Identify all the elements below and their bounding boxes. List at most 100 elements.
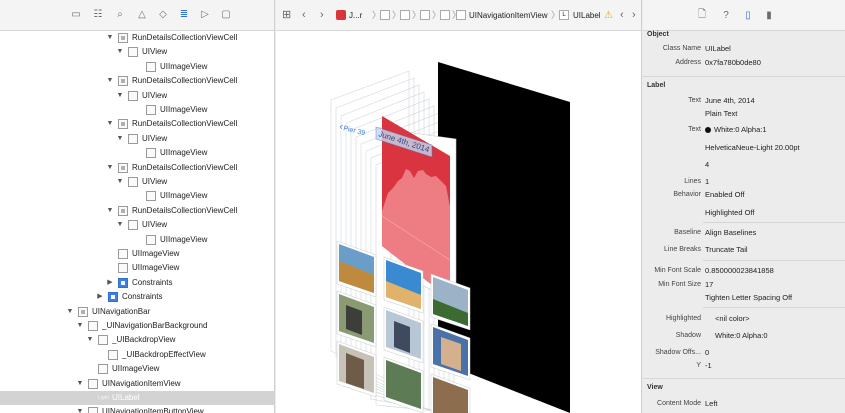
color-swatch xyxy=(705,127,711,134)
tree-row[interactable]: ▼ RunDetailsCollectionViewCell xyxy=(0,204,274,218)
tree-row[interactable]: UIImageView xyxy=(0,103,274,117)
tree-row[interactable]: ▼ _UINavigationBarBackground xyxy=(0,319,274,333)
tree-row-label: UINavigationBar xyxy=(92,306,151,316)
grid-icon[interactable]: ⊞ xyxy=(282,10,291,21)
disclosure-open-icon[interactable]: ▼ xyxy=(116,89,124,103)
disclosure-closed-icon[interactable]: ▶ xyxy=(106,276,114,290)
report-icon[interactable]: ▢ xyxy=(220,9,232,21)
disclosure-open-icon[interactable]: ▼ xyxy=(106,204,114,218)
divider xyxy=(703,260,845,261)
tree-row[interactable]: ▼ RunDetailsCollectionViewCell xyxy=(0,161,274,175)
min-font-scale-value: 0.850000023841858 xyxy=(705,266,774,275)
jump-crumb-navigation-item-view[interactable]: UINavigationItemView xyxy=(469,10,548,21)
tree-row[interactable]: _UIBackdropEffectView xyxy=(0,348,274,362)
tree-row[interactable]: UIImageView xyxy=(0,362,274,376)
folder-icon[interactable]: ▭ xyxy=(70,9,82,21)
view-crumb-icon[interactable] xyxy=(380,10,390,20)
view-crumb-icon[interactable] xyxy=(440,10,450,20)
view-icon xyxy=(118,76,128,87)
help-icon[interactable]: ? xyxy=(719,8,733,22)
content-mode-value: Left xyxy=(705,399,718,408)
tree-row[interactable]: UIImageView xyxy=(0,247,274,261)
hierarchy-icon[interactable]: ☷ xyxy=(92,9,104,21)
disclosure-open-icon[interactable]: ▼ xyxy=(106,31,114,45)
disclosure-open-icon[interactable]: ▼ xyxy=(116,132,124,146)
disclosure-open-icon[interactable]: ▼ xyxy=(106,117,114,131)
back-arrow-icon[interactable]: ‹ xyxy=(302,10,306,21)
class-name-value: UILabel xyxy=(705,44,731,53)
tree-row[interactable]: Light UILabel xyxy=(0,391,274,405)
behavior-label: Behavior xyxy=(673,191,701,198)
view-icon xyxy=(128,47,138,58)
tree-row[interactable]: ▼ RunDetailsCollectionViewCell xyxy=(0,74,274,88)
forward-arrow-icon[interactable]: › xyxy=(632,10,636,21)
tree-row[interactable]: ▶ Constraints xyxy=(0,276,274,290)
disclosure-open-icon[interactable]: ▼ xyxy=(76,319,84,333)
tree-row-label: UIImageView xyxy=(160,148,208,158)
tree-row-label: UIImageView xyxy=(132,249,180,258)
text-value: June 4th, 2014 xyxy=(705,96,755,105)
disclosure-open-icon[interactable]: ▼ xyxy=(86,333,94,347)
view-crumb-icon[interactable] xyxy=(400,10,410,20)
view-icon xyxy=(118,33,128,43)
view-icon xyxy=(118,205,128,216)
shadow-label: Shadow xyxy=(675,332,701,339)
breakpoint-icon[interactable]: ▷ xyxy=(199,9,211,21)
tree-row[interactable]: ▼ _UIBackdropView xyxy=(0,333,274,347)
tree-row[interactable]: ▼ UINavigationItemButtonView xyxy=(0,405,274,413)
tree-row[interactable]: UIImageView xyxy=(0,261,274,275)
disclosure-open-icon[interactable]: ▼ xyxy=(116,218,124,232)
jump-crumb-app[interactable]: J...r xyxy=(349,10,362,21)
back-arrow-icon[interactable]: ‹ xyxy=(620,10,624,21)
tree-row[interactable]: UIImageView xyxy=(0,233,274,247)
text-color-value: White:0 Alpha:1 xyxy=(705,125,767,134)
tree-row[interactable]: ▼ UINavigationItemView xyxy=(0,377,274,391)
disclosure-open-icon[interactable]: ▼ xyxy=(116,175,124,189)
exploded-view-hierarchy[interactable]: June 4th, 2014 Pier 39 ‹ xyxy=(276,31,642,413)
lines-label: Lines xyxy=(684,178,701,185)
tree-row[interactable]: UIImageView xyxy=(0,146,274,160)
tree-row-label: UIImageView xyxy=(132,263,180,273)
tree-row[interactable]: ▼ UIView xyxy=(0,218,274,232)
view-icon xyxy=(146,234,156,245)
tree-row-label: UIView xyxy=(142,90,168,100)
forward-arrow-icon[interactable]: › xyxy=(320,10,324,21)
tree-row-label: _UIBackdropView xyxy=(112,335,176,345)
disclosure-open-icon[interactable]: ▼ xyxy=(116,45,124,59)
view-crumb-icon[interactable] xyxy=(420,10,430,20)
disclosure-closed-icon[interactable]: ▶ xyxy=(96,290,104,304)
disclosure-open-icon[interactable]: ▼ xyxy=(76,405,84,413)
size-icon[interactable]: ▮ xyxy=(762,8,776,22)
tree-row[interactable]: ▼ RunDetailsCollectionViewCell xyxy=(0,31,274,45)
disclosure-open-icon[interactable]: ▼ xyxy=(76,377,84,391)
view-section-header: View xyxy=(647,384,663,391)
tree-row[interactable]: ▼ RunDetailsCollectionViewCell xyxy=(0,117,274,131)
tree-row-label: Constraints xyxy=(132,277,173,287)
navigator-toolbar: ▭ ☷ ⌕ △ ◇ ≣ ▷ ▢ xyxy=(0,0,274,31)
search-icon[interactable]: ⌕ xyxy=(114,9,126,21)
tree-row-label: UIView xyxy=(142,220,168,230)
disclosure-open-icon[interactable]: ▼ xyxy=(106,74,114,88)
jump-crumb-label[interactable]: UILabel xyxy=(573,10,601,21)
tree-row[interactable]: UIImageView xyxy=(0,189,274,203)
lines-value: 1 xyxy=(705,177,710,186)
object-icon[interactable]: ▯ xyxy=(741,8,755,22)
line-breaks-value: Truncate Tail xyxy=(705,245,748,254)
tree-row[interactable]: ▼ UINavigationBar xyxy=(0,305,274,319)
debug-icon[interactable]: ≣ xyxy=(178,9,190,21)
tree-row[interactable]: ▼ UIView xyxy=(0,89,274,103)
warning-icon[interactable]: △ xyxy=(136,9,148,21)
tree-row-label: UIView xyxy=(142,133,168,143)
view-icon xyxy=(128,177,138,187)
label-preview-icon: Light xyxy=(98,395,109,401)
tree-row[interactable]: ▼ UIView xyxy=(0,175,274,189)
disclosure-open-icon[interactable]: ▼ xyxy=(106,161,114,175)
warning-icon[interactable]: ⚠ xyxy=(604,10,613,21)
tree-row[interactable]: UIImageView xyxy=(0,60,274,74)
disclosure-open-icon[interactable]: ▼ xyxy=(66,305,74,319)
file-icon[interactable]: 🗋 xyxy=(695,8,709,22)
tree-row[interactable]: ▼ UIView xyxy=(0,132,274,146)
tree-row[interactable]: ▶ Constraints xyxy=(0,290,274,304)
test-icon[interactable]: ◇ xyxy=(157,9,169,21)
tree-row[interactable]: ▼ UIView xyxy=(0,45,274,59)
